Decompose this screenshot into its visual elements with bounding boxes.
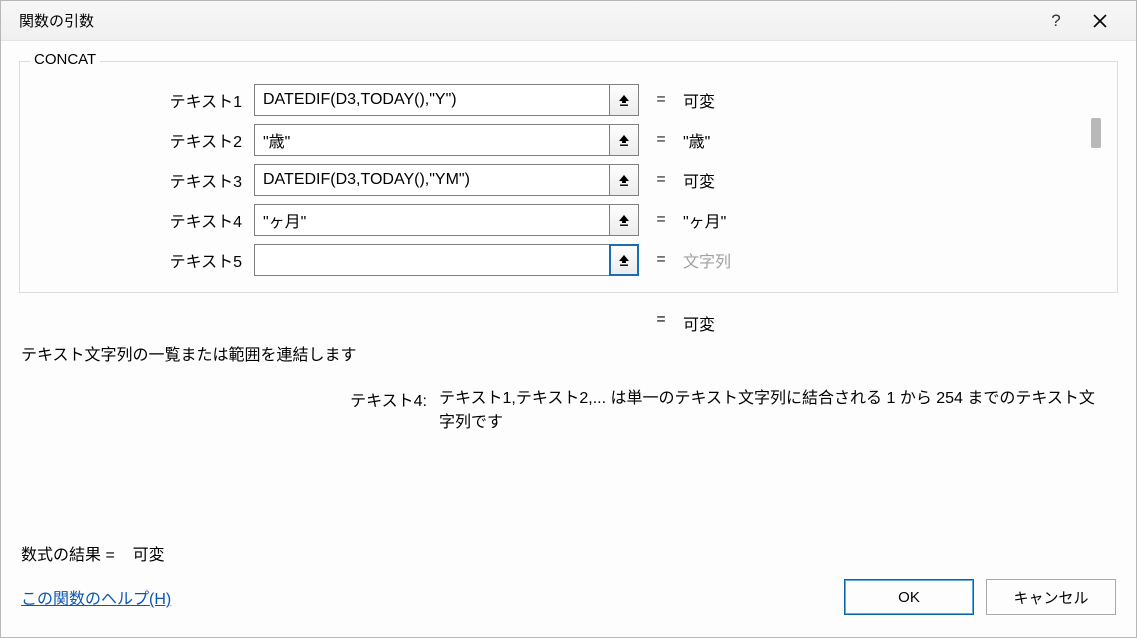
arg-evaluated-value: 可変	[683, 88, 715, 112]
function-description: テキスト文字列の一覧または範囲を連結します	[21, 341, 1116, 365]
arg-evaluated-value: "ヶ月"	[683, 208, 726, 232]
args-area: テキスト1=可変テキスト2="歳"テキスト3=可変テキスト4="ヶ月"テキスト5…	[34, 80, 1103, 280]
function-arguments-dialog: 関数の引数 ? CONCAT テキスト1=可変テキスト2="歳"テキスト3=可変…	[0, 0, 1137, 638]
formula-result-value: 可変	[133, 547, 165, 564]
arg-row: テキスト3 =可変	[34, 160, 731, 200]
args-rows: テキスト1=可変テキスト2="歳"テキスト3=可変テキスト4="ヶ月"テキスト5…	[34, 80, 731, 280]
titlebar: 関数の引数 ?	[1, 1, 1136, 41]
arg-input[interactable]	[255, 205, 609, 235]
equals-sign: =	[639, 251, 683, 269]
arg-row: テキスト5 =文字列	[34, 240, 731, 280]
arg-label: テキスト2	[34, 128, 254, 152]
overall-result-row: = 可変	[19, 311, 1118, 335]
equals-sign: =	[639, 171, 683, 189]
arg-input-wrap	[254, 244, 609, 276]
collapse-dialog-icon	[617, 213, 631, 227]
range-selector-button[interactable]	[609, 244, 639, 276]
ok-button-label: OK	[898, 589, 920, 606]
arg-label: テキスト5	[34, 248, 254, 272]
arg-row: テキスト1 =可変	[34, 80, 731, 120]
arg-input-wrap	[254, 164, 609, 196]
groupbox-legend: CONCAT	[30, 51, 100, 68]
dialog-footer: この関数のヘルプ(H) OK キャンセル	[19, 575, 1118, 627]
arg-input[interactable]	[255, 85, 609, 115]
collapse-dialog-icon	[617, 93, 631, 107]
arg-input[interactable]	[255, 165, 609, 195]
range-selector-button[interactable]	[609, 124, 639, 156]
formula-result-row: 数式の結果 = 可変	[21, 541, 1116, 565]
argument-description-label: テキスト4:	[329, 387, 439, 435]
arg-evaluated-value: 可変	[683, 168, 715, 192]
arg-row: テキスト2 ="歳"	[34, 120, 731, 160]
range-selector-button[interactable]	[609, 84, 639, 116]
arg-row: テキスト4 ="ヶ月"	[34, 200, 731, 240]
equals-sign: =	[639, 211, 683, 229]
function-help-link[interactable]: この関数のヘルプ(H)	[21, 585, 171, 609]
collapse-dialog-icon	[617, 173, 631, 187]
close-button[interactable]	[1078, 7, 1122, 35]
arg-input-wrap	[254, 124, 609, 156]
help-icon: ?	[1051, 11, 1060, 31]
cancel-button-label: キャンセル	[1013, 587, 1088, 608]
dialog-title: 関数の引数	[19, 10, 1034, 31]
arg-label: テキスト4	[34, 208, 254, 232]
collapse-dialog-icon	[617, 253, 631, 267]
args-scrollbar-thumb[interactable]	[1091, 118, 1101, 148]
ok-button[interactable]: OK	[844, 579, 974, 615]
concat-groupbox: CONCAT テキスト1=可変テキスト2="歳"テキスト3=可変テキスト4="ヶ…	[19, 61, 1118, 293]
arg-input-wrap	[254, 84, 609, 116]
argument-description-row: テキスト4: テキスト1,テキスト2,... は単一のテキスト文字列に結合される…	[19, 387, 1118, 435]
arg-label: テキスト3	[34, 168, 254, 192]
arg-input[interactable]	[255, 125, 609, 155]
equals-sign: =	[639, 91, 683, 109]
arg-evaluated-value: 文字列	[683, 248, 731, 272]
formula-result-label: 数式の結果 =	[21, 547, 115, 564]
arg-input[interactable]	[255, 245, 609, 275]
overall-result-value: 可変	[683, 311, 715, 335]
equals-sign: =	[639, 311, 683, 335]
range-selector-button[interactable]	[609, 204, 639, 236]
close-icon	[1093, 14, 1107, 28]
arg-label: テキスト1	[34, 88, 254, 112]
collapse-dialog-icon	[617, 133, 631, 147]
argument-description-text: テキスト1,テキスト2,... は単一のテキスト文字列に結合される 1 から 2…	[439, 387, 1118, 435]
range-selector-button[interactable]	[609, 164, 639, 196]
args-scrollbar-track	[731, 80, 1103, 280]
arg-input-wrap	[254, 204, 609, 236]
help-button[interactable]: ?	[1034, 7, 1078, 35]
cancel-button[interactable]: キャンセル	[986, 579, 1116, 615]
equals-sign: =	[639, 131, 683, 149]
dialog-body: CONCAT テキスト1=可変テキスト2="歳"テキスト3=可変テキスト4="ヶ…	[1, 41, 1136, 637]
arg-evaluated-value: "歳"	[683, 128, 710, 152]
